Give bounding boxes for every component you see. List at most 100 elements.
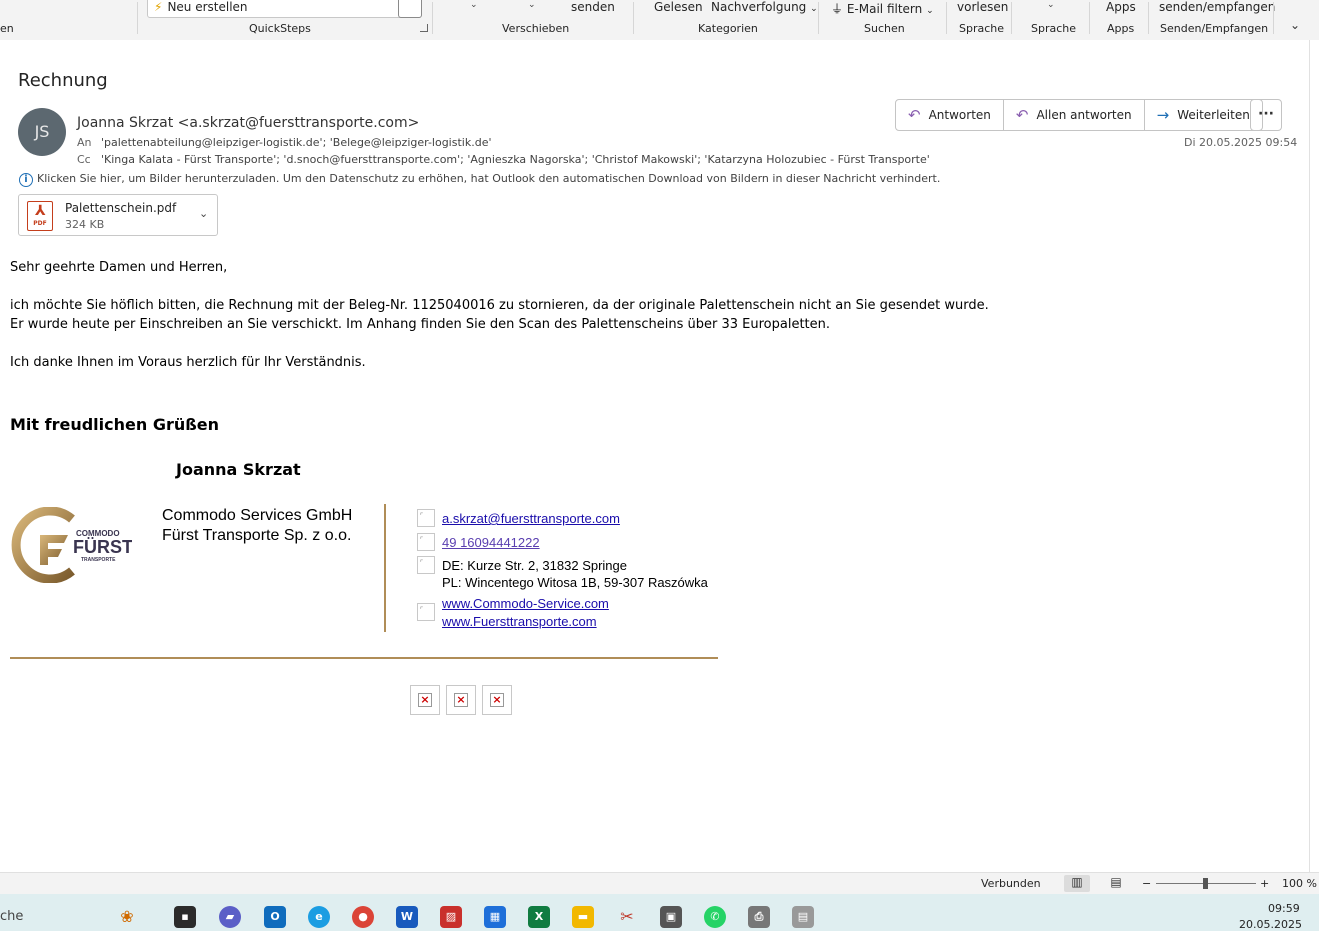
zoom-out-button[interactable]: − xyxy=(1142,877,1151,890)
widget-flower-icon[interactable]: ❀ xyxy=(116,906,138,928)
file-explorer-icon[interactable]: ▬ xyxy=(572,906,594,928)
chevron-down-icon[interactable]: ⌄ xyxy=(528,0,536,10)
chat-app-icon[interactable]: ▰ xyxy=(219,906,241,928)
reply-icon: ↶ xyxy=(908,106,921,124)
signature-email-link[interactable]: a.skrzat@fuersttransporte.com xyxy=(442,511,620,526)
clock-time[interactable]: 09:59 xyxy=(1268,902,1300,915)
email-icon: ⌜ xyxy=(417,509,435,527)
signature-web-link[interactable]: www.Commodo-Service.com xyxy=(442,596,609,611)
chevron-down-icon[interactable]: ⌄ xyxy=(199,207,208,220)
chevron-down-icon: ⌄ xyxy=(926,6,934,16)
chevron-down-icon: ⌄ xyxy=(810,4,818,14)
cc-label: Cc xyxy=(77,153,91,166)
ribbon-collapse-chevron-icon[interactable]: ⌄ xyxy=(1290,18,1300,32)
signature-web-link[interactable]: www.Fuersttransporte.com xyxy=(442,614,597,629)
avatar[interactable]: JS xyxy=(18,108,66,156)
group-label-senden-empfangen: Senden/Empfangen xyxy=(1160,22,1269,35)
follow-up-button[interactable]: Nachverfolgung ⌄ xyxy=(711,0,818,14)
ribbon-separator xyxy=(137,2,138,34)
cc-recipients[interactable]: 'Kinga Kalata - Fürst Transporte'; 'd.sn… xyxy=(101,153,930,166)
forward-button[interactable]: → Weiterleiten xyxy=(1145,100,1262,130)
mark-read-button[interactable]: Gelesen xyxy=(654,0,703,14)
signature-name: Joanna Skrzat xyxy=(176,460,301,479)
scanner-app-icon[interactable]: ▣ xyxy=(660,906,682,928)
reading-pane: Rechnung JS Joanna Skrzat <a.skrzat@fuer… xyxy=(0,40,1310,872)
store-app-icon[interactable]: ▦ xyxy=(484,906,506,928)
edge-app-icon[interactable]: e xyxy=(308,906,330,928)
signature-phone-link[interactable]: 49 16094441222 xyxy=(442,535,540,550)
attachment-name: Palettenschein.pdf xyxy=(65,201,177,215)
chevron-down-icon[interactable]: ⌄ xyxy=(1047,0,1055,10)
more-actions-button[interactable]: ··· xyxy=(1250,99,1282,131)
ribbon-separator xyxy=(946,2,947,34)
reading-view-icon[interactable]: ▤ xyxy=(1103,875,1129,892)
pdf-app-icon[interactable]: ▨ xyxy=(440,906,462,928)
sender-name[interactable]: Joanna Skrzat <a.skrzat@fuersttransporte… xyxy=(77,115,419,131)
info-icon: i xyxy=(19,173,33,187)
normal-view-icon[interactable]: ▥ xyxy=(1064,875,1090,892)
send-button[interactable]: senden xyxy=(571,0,615,14)
ribbon-separator xyxy=(1011,2,1012,34)
location-icon: ⌜ xyxy=(417,556,435,574)
filter-email-button[interactable]: ⏚ E-Mail filtern ⌄ xyxy=(831,0,934,17)
group-label-suchen: Suchen xyxy=(864,22,905,35)
attachment-size: 324 KB xyxy=(65,218,105,231)
broken-image-icon[interactable]: × xyxy=(482,685,512,715)
signature-rule xyxy=(10,657,718,659)
snipping-tool-icon[interactable]: ✂ xyxy=(616,906,638,928)
quickstep-new[interactable]: ⚡ Neu erstellen xyxy=(154,0,248,14)
email-date: Di 20.05.2025 09:54 xyxy=(1184,136,1298,149)
reply-all-icon: ↶ xyxy=(1015,106,1029,124)
signature-divider xyxy=(384,504,386,632)
filter-icon: ⏚ xyxy=(831,2,844,16)
svg-text:FÜRST: FÜRST xyxy=(73,537,132,557)
phone-icon: ⌜ xyxy=(417,533,435,551)
quicksteps-gallery[interactable]: ⚡ Neu erstellen xyxy=(147,0,422,18)
message-actions: ↶ Antworten ↶ Allen antworten → Weiterleite… xyxy=(895,99,1263,131)
broken-image-icon[interactable]: × xyxy=(446,685,476,715)
zoom-level[interactable]: 100 % xyxy=(1282,877,1317,890)
svg-text:TRANSPORTE: TRANSPORTE xyxy=(81,557,116,563)
reply-all-button[interactable]: ↶ Allen antworten xyxy=(1004,100,1145,130)
fax-app-icon[interactable]: ▤ xyxy=(792,906,814,928)
zoom-in-button[interactable]: + xyxy=(1260,877,1269,890)
send-receive-button[interactable]: senden/empfangen xyxy=(1159,0,1275,14)
pdf-icon: PDF xyxy=(27,201,53,231)
group-label-quicksteps: QuickSteps xyxy=(249,22,311,35)
outlook-app-icon[interactable]: O xyxy=(264,906,286,928)
forward-icon: → xyxy=(1156,106,1170,124)
body-paragraph-line: Er wurde heute per Einschreiben an Sie v… xyxy=(10,317,831,332)
body-thanks: Ich danke Ihnen im Voraus herzlich für I… xyxy=(10,355,366,370)
attachment-card[interactable]: PDF Palettenschein.pdf 324 KB ⌄ xyxy=(18,194,218,236)
body-greeting: Sehr geehrte Damen und Herren, xyxy=(10,260,228,275)
to-recipients[interactable]: 'palettenabteilung@leipziger-logistik.de… xyxy=(101,136,491,149)
company-name: Fürst Transporte Sp. z o.o. xyxy=(162,527,352,544)
body-paragraph-line: ich möchte Sie höflich bitten, die Rechn… xyxy=(10,298,989,313)
zoom-slider-thumb[interactable] xyxy=(1203,878,1208,889)
signature-address: PL: Wincentego Witosa 1B, 59-307 Raszówk… xyxy=(442,575,708,590)
email-subject: Rechnung xyxy=(18,70,108,91)
word-app-icon[interactable]: W xyxy=(396,906,418,928)
broken-image-icon[interactable]: × xyxy=(410,685,440,715)
reply-button[interactable]: ↶ Antworten xyxy=(896,100,1004,130)
to-label: An xyxy=(77,136,92,149)
excel-app-icon[interactable]: X xyxy=(528,906,550,928)
ribbon-separator xyxy=(432,2,433,34)
chrome-app-icon[interactable]: ● xyxy=(352,906,374,928)
company-name: Commodo Services GmbH xyxy=(162,507,353,524)
clock-date[interactable]: 20.05.2025 xyxy=(1239,918,1302,931)
chevron-down-icon[interactable]: ⌄ xyxy=(470,0,478,10)
group-label-verschieben: Verschieben xyxy=(502,22,570,35)
group-label-sprache: Sprache xyxy=(959,22,1005,35)
printer-app-icon[interactable]: ⎙ xyxy=(748,906,770,928)
dialog-launcher-icon[interactable] xyxy=(420,24,428,32)
task-view-icon[interactable]: ▪ xyxy=(174,906,196,928)
lightning-icon: ⚡ xyxy=(154,0,163,14)
read-aloud-button[interactable]: vorlesen xyxy=(957,0,1008,14)
download-images-infobar[interactable]: i Klicken Sie hier, um Bilder herunterzul… xyxy=(19,172,940,187)
whatsapp-app-icon[interactable]: ✆ xyxy=(704,906,726,928)
quicksteps-scroll-button[interactable] xyxy=(398,0,422,18)
body-closing: Mit freudlichen Grüßen xyxy=(10,415,219,434)
apps-button[interactable]: Apps xyxy=(1106,0,1136,14)
taskbar-search[interactable]: che xyxy=(0,909,23,924)
